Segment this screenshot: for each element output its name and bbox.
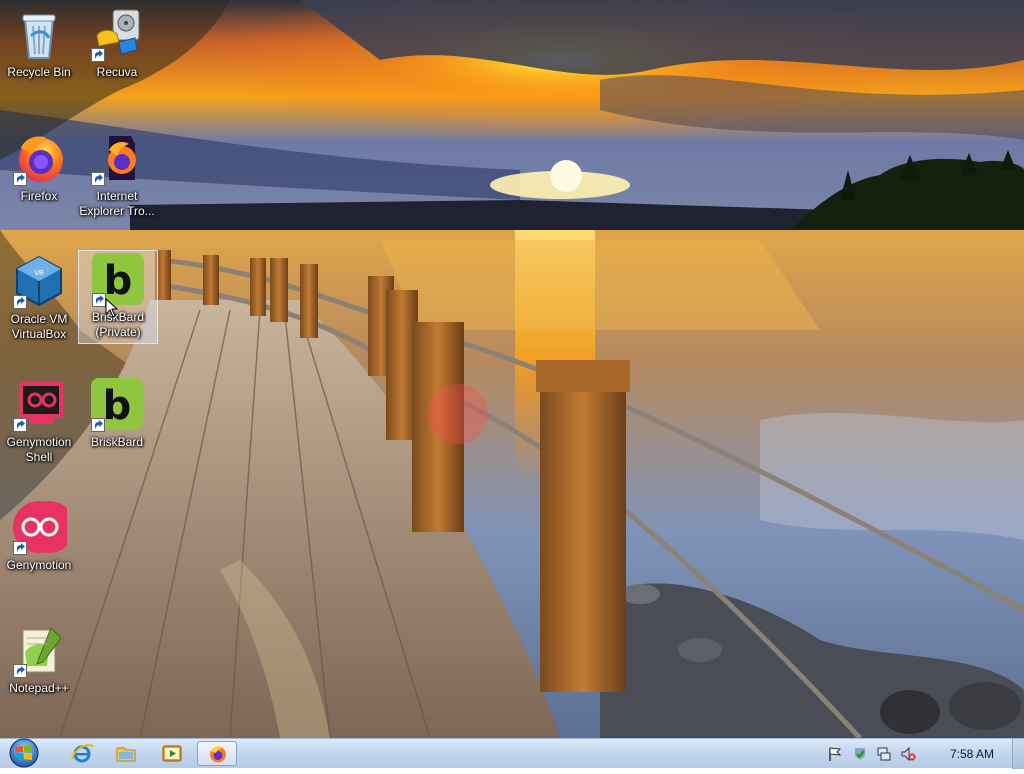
desktop-icon-briskbard[interactable]: b BriskBard [78, 376, 156, 450]
firefox-dark-icon [89, 130, 145, 186]
security-check-icon[interactable] [852, 746, 868, 762]
genymotion-shell-icon [11, 376, 67, 432]
shortcut-arrow-icon [13, 664, 27, 678]
desktop-icon-label: Firefox [20, 189, 58, 203]
taskbar-media-player-button[interactable] [152, 741, 192, 766]
svg-text:VB: VB [34, 270, 44, 277]
desktop-icon-label: Oracle VM VirtualBox [10, 312, 68, 341]
internet-explorer-icon [71, 744, 94, 763]
show-desktop-button[interactable] [1012, 739, 1024, 769]
volume-muted-icon[interactable] [900, 746, 916, 762]
taskbar-firefox-button[interactable] [197, 741, 237, 766]
taskbar: 7:58 AM [0, 737, 1024, 769]
taskbar-file-explorer-button[interactable] [106, 741, 146, 766]
desktop-icon-label: Notepad++ [9, 681, 69, 695]
recuva-icon [89, 6, 145, 62]
virtualbox-icon: VB [11, 253, 67, 309]
desktop-icon-genymotion-shell[interactable]: Genymotion Shell [0, 376, 78, 465]
briskbard-icon: b [89, 376, 145, 432]
shortcut-arrow-icon [92, 293, 106, 307]
shortcut-arrow-icon [13, 295, 27, 309]
desktop-icon-label: BriskBard [90, 435, 143, 449]
desktop-icon-label: Genymotion [6, 558, 72, 572]
recycle-bin-icon [11, 6, 67, 62]
firefox-icon [11, 130, 67, 186]
desktop-icon-recuva[interactable]: Recuva [78, 6, 156, 80]
desktop-icon-label: Internet Explorer Tro... [79, 189, 155, 218]
windows-start-icon [9, 738, 39, 768]
desktop-icon-label: Genymotion Shell [6, 435, 72, 464]
desktop-icon-genymotion[interactable]: Genymotion [0, 499, 78, 573]
shortcut-arrow-icon [91, 172, 105, 186]
shortcut-arrow-icon [13, 172, 27, 186]
firefox-icon [210, 746, 226, 763]
notepadpp-icon [11, 622, 67, 678]
desktop-icon-notepadpp[interactable]: Notepad++ [0, 622, 78, 696]
file-explorer-icon [116, 747, 136, 762]
shortcut-arrow-icon [91, 418, 105, 432]
desktop-icon-recycle-bin[interactable]: Recycle Bin [0, 6, 78, 80]
taskbar-internet-explorer-button[interactable] [62, 741, 102, 766]
desktop-icon-internet-explorer-tro[interactable]: Internet Explorer Tro... [78, 130, 156, 219]
desktop-icon-label: Recycle Bin [7, 65, 71, 79]
mouse-cursor-icon [105, 298, 119, 318]
shortcut-arrow-icon [13, 418, 27, 432]
taskbar-clock[interactable]: 7:58 AM [950, 747, 994, 761]
desktop-icon-briskbard-private[interactable]: b BriskBard (Private) [78, 250, 158, 344]
svg-text:b: b [103, 383, 132, 429]
start-button[interactable] [6, 737, 42, 769]
media-player-icon [162, 745, 182, 762]
desktop-icon-label: Recuva [96, 65, 138, 79]
desktop-wallpaper [0, 0, 1024, 738]
desktop-icon-firefox[interactable]: Firefox [0, 130, 78, 204]
desktop-icon-virtualbox[interactable]: VB Oracle VM VirtualBox [0, 253, 78, 342]
network-icon[interactable] [876, 746, 892, 762]
shortcut-arrow-icon [13, 541, 27, 555]
action-center-flag-icon[interactable] [827, 746, 843, 762]
genymotion-icon [11, 499, 75, 555]
shortcut-arrow-icon [91, 48, 105, 62]
